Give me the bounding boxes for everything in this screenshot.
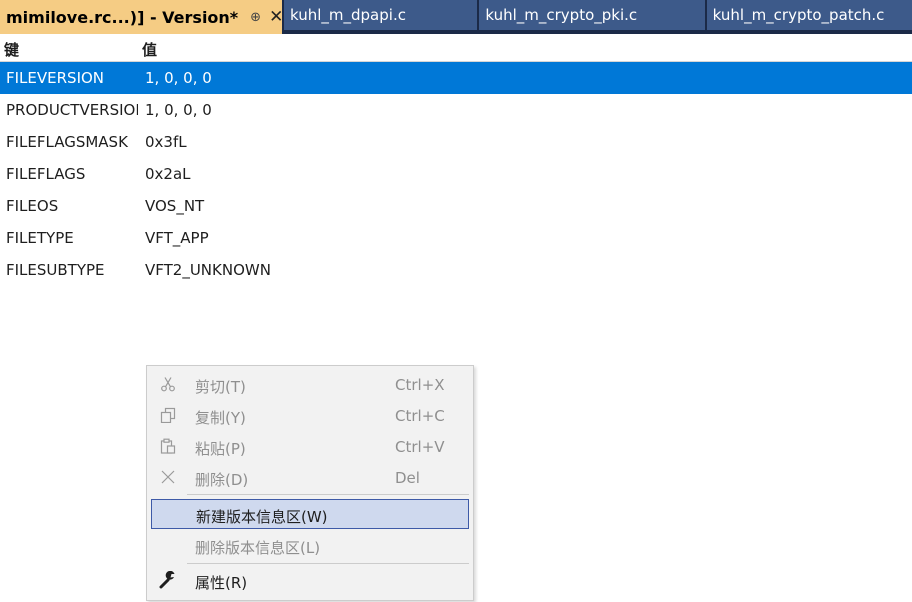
row-value[interactable]: VFT2_UNKNOWN [145, 254, 271, 286]
menu-separator [187, 563, 469, 564]
context-menu: 剪切(T) Ctrl+X 复制(Y) Ctrl+C 粘贴(P) Ctrl+V 删… [146, 365, 474, 601]
row-value[interactable]: 1, 0, 0, 0 [145, 94, 212, 126]
copy-icon [159, 406, 177, 424]
menu-item-delete-version-block[interactable]: 删除版本信息区(L) [151, 531, 469, 561]
delete-icon [159, 468, 177, 486]
pin-icon[interactable]: ⊕ [250, 10, 261, 25]
table-row[interactable]: FILEVERSION 1, 0, 0, 0 [0, 62, 912, 94]
table-row[interactable]: PRODUCTVERSION 1, 0, 0, 0 [0, 94, 912, 126]
tab-kuhl-m-crypto-patch[interactable]: kuhl_m_crypto_patch.c [706, 0, 912, 30]
tab-kuhl-m-dpapi[interactable]: kuhl_m_dpapi.c [284, 0, 478, 30]
menu-item-label: 属性(R) [195, 574, 248, 592]
menu-item-shortcut: Ctrl+V [395, 438, 445, 456]
table-row[interactable]: FILETYPE VFT_APP [0, 222, 912, 254]
column-header-value[interactable]: 值 [142, 39, 157, 60]
row-value[interactable]: VFT_APP [145, 222, 209, 254]
row-key: FILEFLAGS [6, 165, 86, 183]
menu-item-new-version-block[interactable]: 新建版本信息区(W) [151, 499, 469, 529]
row-key: FILEOS [6, 197, 59, 215]
row-key: FILEVERSION [6, 69, 105, 87]
menu-item-label: 删除(D) [195, 471, 249, 489]
menu-item-properties[interactable]: 属性(R) [151, 566, 469, 596]
tab-version-resource[interactable]: mimilove.rc...)] - Version* ⊕ ✕ [0, 0, 283, 34]
tab-title: kuhl_m_crypto_patch.c [712, 6, 885, 24]
row-value[interactable]: VOS_NT [145, 190, 204, 222]
row-key: PRODUCTVERSION [6, 101, 138, 119]
row-value[interactable]: 0x2aL [145, 158, 191, 190]
menu-item-label: 新建版本信息区(W) [196, 508, 328, 526]
document-tab-bar: mimilove.rc...)] - Version* ⊕ ✕ kuhl_m_d… [0, 0, 912, 34]
table-row[interactable]: FILESUBTYPE VFT2_UNKNOWN [0, 254, 912, 286]
menu-item-paste[interactable]: 粘贴(P) Ctrl+V [151, 432, 469, 462]
row-key: FILEFLAGSMASK [6, 133, 128, 151]
tab-title: kuhl_m_crypto_pki.c [485, 6, 638, 24]
menu-item-delete[interactable]: 删除(D) Del [151, 463, 469, 493]
table-row[interactable]: FILEFLAGSMASK 0x3fL [0, 126, 912, 158]
row-value[interactable]: 1, 0, 0, 0 [145, 62, 212, 94]
table-row[interactable]: FILEFLAGS 0x2aL [0, 158, 912, 190]
row-value[interactable]: 0x3fL [145, 126, 187, 158]
row-key: FILETYPE [6, 229, 74, 247]
menu-item-label: 粘贴(P) [195, 440, 246, 458]
menu-item-label: 剪切(T) [195, 378, 246, 396]
tab-title: mimilove.rc...)] - Version* [6, 7, 239, 27]
menu-item-shortcut: Ctrl+X [395, 376, 445, 394]
tab-kuhl-m-crypto-pki[interactable]: kuhl_m_crypto_pki.c [479, 0, 705, 30]
menu-item-cut[interactable]: 剪切(T) Ctrl+X [151, 370, 469, 400]
row-key: FILESUBTYPE [6, 261, 105, 279]
close-icon[interactable]: ✕ [269, 7, 283, 27]
table-row[interactable]: FILEOS VOS_NT [0, 190, 912, 222]
menu-item-shortcut: Del [395, 469, 420, 487]
table-header: 键 值 [0, 34, 912, 62]
paste-icon [159, 437, 177, 455]
column-header-key[interactable]: 键 [4, 39, 19, 60]
version-table: FILEVERSION 1, 0, 0, 0 PRODUCTVERSION 1,… [0, 62, 912, 286]
menu-item-label: 删除版本信息区(L) [195, 539, 321, 557]
menu-separator [187, 494, 469, 495]
scissors-icon [159, 375, 177, 393]
tab-title: kuhl_m_dpapi.c [290, 6, 406, 24]
wrench-icon [159, 571, 177, 589]
menu-item-label: 复制(Y) [195, 409, 246, 427]
menu-item-shortcut: Ctrl+C [395, 407, 445, 425]
menu-item-copy[interactable]: 复制(Y) Ctrl+C [151, 401, 469, 431]
